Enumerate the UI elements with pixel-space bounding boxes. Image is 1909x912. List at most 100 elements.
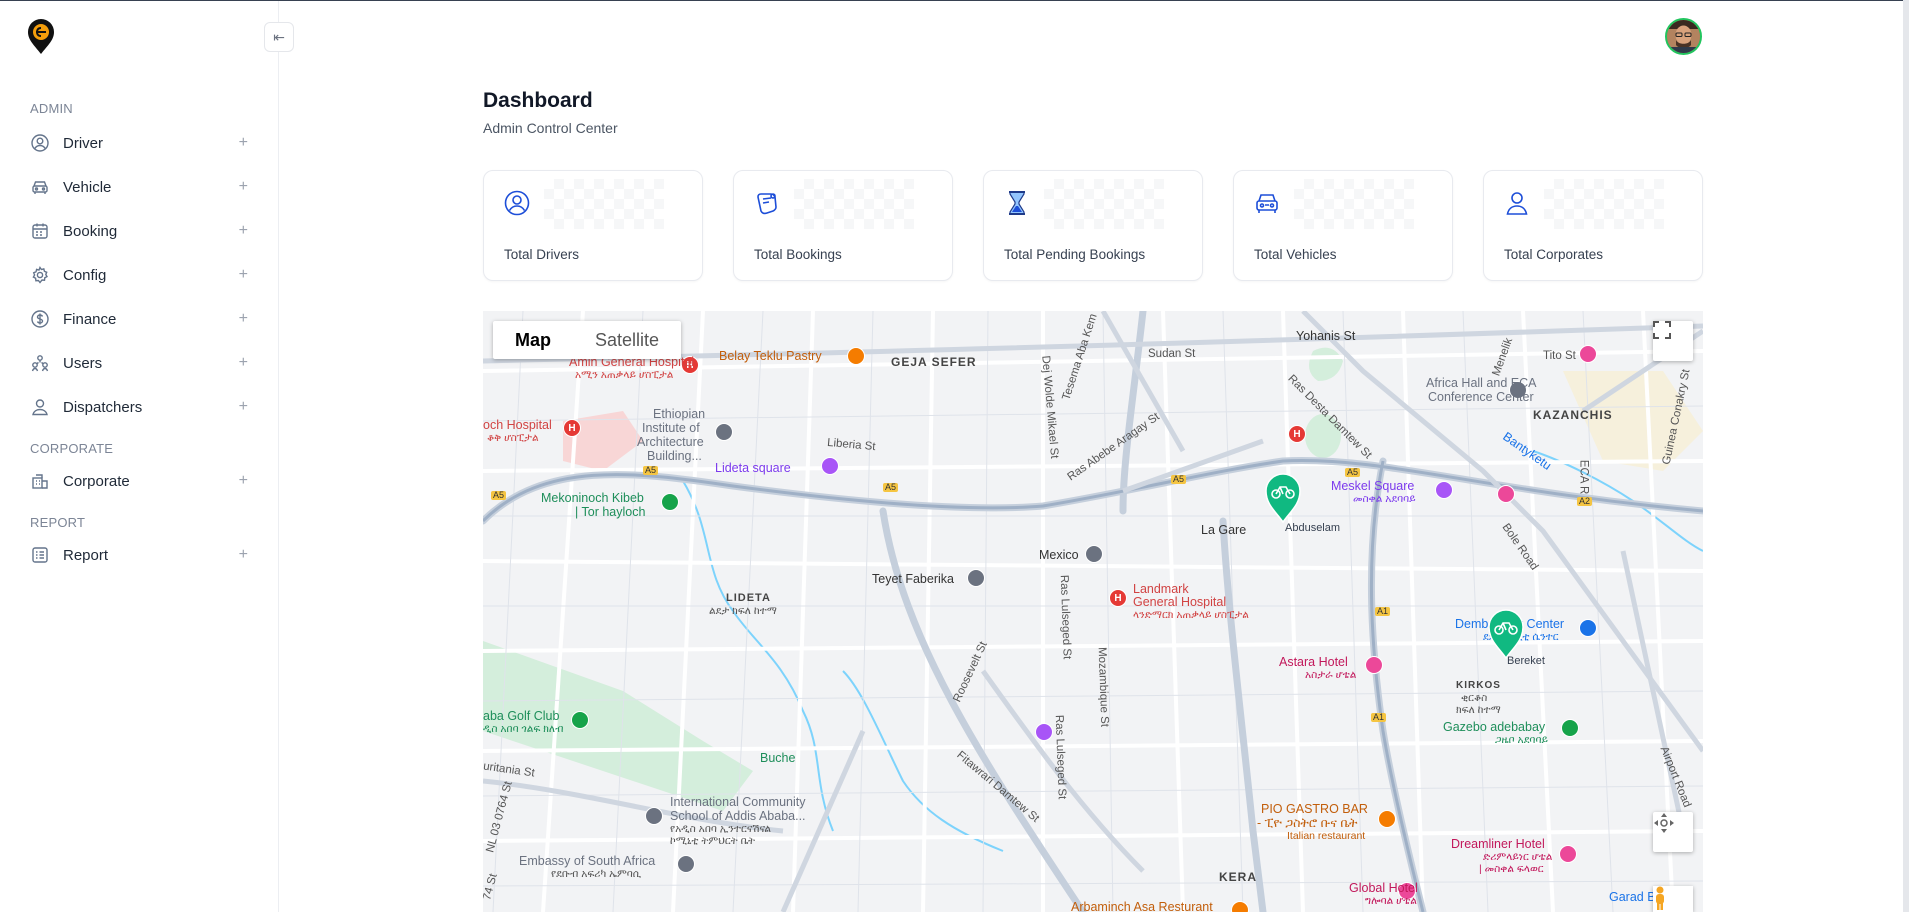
restaurant-pin-icon[interactable] [1378, 810, 1396, 828]
sidebar-collapse-button[interactable]: ⇤ [264, 22, 294, 52]
map-label: PIO GASTRO BAR [1261, 802, 1368, 816]
shopping-pin-icon[interactable] [1579, 619, 1597, 637]
map-label: Garad B [1609, 890, 1656, 904]
map-label: Mekoninoch Kibeb [541, 491, 644, 505]
expand-icon[interactable]: + [239, 354, 248, 372]
school-pin-icon[interactable] [645, 807, 663, 825]
expand-icon[interactable]: + [239, 546, 248, 564]
section-corporate: CORPORATE [30, 441, 114, 456]
map-label: | መስቀል ፍላወር [1479, 863, 1544, 875]
map-label: አስታራ ሆቴል [1305, 669, 1357, 681]
fullscreen-button[interactable] [1653, 321, 1693, 361]
expand-icon[interactable]: + [239, 398, 248, 416]
sidebar-item-config[interactable]: Config + [22, 258, 254, 292]
map-label: Building... [647, 449, 702, 463]
map-type-toggle[interactable]: Map Satellite [493, 321, 682, 359]
section-admin: ADMIN [30, 101, 73, 116]
card-total-bookings[interactable]: Total Bookings [733, 170, 953, 281]
hospital-pin-icon[interactable]: H [1288, 425, 1306, 443]
tab-satellite[interactable]: Satellite [573, 321, 681, 359]
map-label: Institute of [642, 421, 700, 435]
landmark-pin-icon[interactable] [1035, 723, 1053, 741]
expand-icon[interactable]: + [239, 222, 248, 240]
page-title: Dashboard [483, 89, 593, 112]
hospital-pin-icon[interactable]: H [563, 419, 581, 437]
map-label: መስቀል አደባባይ [1353, 493, 1416, 505]
map[interactable]: Map Satellite H H H H Abduselam Bereket … [483, 311, 1703, 912]
highway-shield: A5 [1345, 467, 1361, 478]
expand-icon[interactable]: + [239, 134, 248, 152]
place-pin-icon[interactable] [1085, 545, 1103, 563]
map-label: General Hospital [1133, 595, 1227, 609]
map-label: Yohanis St [1296, 329, 1356, 343]
map-label: ድሪምላይነር ሆቴል [1483, 851, 1553, 863]
landmark-pin-icon[interactable] [821, 457, 839, 475]
card-total-drivers[interactable]: Total Drivers [483, 170, 703, 281]
landmark-pin-icon[interactable] [1435, 481, 1453, 499]
hotel-pin-icon[interactable] [1365, 656, 1383, 674]
report-icon [29, 544, 51, 566]
expand-icon[interactable]: + [239, 266, 248, 284]
school-pin-icon[interactable] [715, 423, 733, 441]
hotel-pin-icon[interactable] [1497, 485, 1515, 503]
map-label: Tito St [1543, 350, 1576, 362]
hotel-pin-icon[interactable] [1579, 345, 1597, 363]
camera-control-button[interactable] [1653, 812, 1693, 852]
map-label: Embassy of South Africa [519, 854, 656, 868]
map-label: - ፒዮ ጋስትሮ ቡና ቤት [1257, 816, 1358, 830]
park-pin-icon[interactable] [661, 493, 679, 511]
street-view-pegman[interactable] [1653, 886, 1693, 912]
sidebar-item-report[interactable]: Report + [22, 538, 254, 572]
vehicle-marker[interactable] [1486, 607, 1526, 659]
person-icon [1503, 189, 1531, 217]
sidebar-item-corporate[interactable]: Corporate + [22, 464, 254, 498]
restaurant-pin-icon[interactable] [1231, 901, 1249, 912]
avatar[interactable] [1665, 18, 1702, 55]
building-icon [29, 470, 51, 492]
sidebar-item-dispatchers[interactable]: Dispatchers + [22, 390, 254, 424]
marker-label: Bereket [1507, 655, 1545, 667]
page-scrollbar[interactable] [1903, 0, 1909, 912]
sidebar-item-booking[interactable]: Booking + [22, 214, 254, 248]
map-label: Africa Hall and ECA [1426, 376, 1537, 390]
calendar-icon [29, 220, 51, 242]
car-front-icon [1253, 189, 1281, 217]
map-label: ዲስ አበባ ጎልፍ ክለብ [483, 723, 564, 735]
card-label: Total Bookings [754, 247, 842, 262]
sidebar-item-users[interactable]: Users + [22, 346, 254, 380]
map-label: የአዲስ አበባ ኢንተርናሽናል [670, 823, 771, 835]
hotel-pin-icon[interactable] [1559, 845, 1577, 863]
map-label: ጋዜቦ አደባባይ [1495, 734, 1548, 746]
card-total-corporates[interactable]: Total Corporates [1483, 170, 1703, 281]
app-logo[interactable] [26, 19, 56, 55]
sidebar-item-label: Users [63, 354, 103, 372]
tab-map[interactable]: Map [493, 321, 573, 359]
expand-icon[interactable]: + [239, 472, 248, 490]
card-total-pending-bookings[interactable]: Total Pending Bookings [983, 170, 1203, 281]
map-label: ክፍለ ከተማ [1456, 704, 1501, 716]
card-total-vehicles[interactable]: Total Vehicles [1233, 170, 1453, 281]
restaurant-pin-icon[interactable] [847, 347, 865, 365]
hospital-pin-icon[interactable]: H [1109, 589, 1127, 607]
booking-icon [753, 189, 781, 217]
sidebar-item-vehicle[interactable]: Vehicle + [22, 170, 254, 204]
map-label: ላንድማርክ አጠቃላይ ሆስፒታል [1133, 609, 1249, 621]
map-label: Astara Hotel [1279, 655, 1348, 669]
card-value-placeholder [1044, 179, 1164, 229]
place-pin-icon[interactable] [967, 569, 985, 587]
vehicle-marker[interactable] [1263, 471, 1303, 523]
map-label: ልደታ ክፍለ ከተማ [709, 605, 777, 617]
expand-icon[interactable]: + [239, 310, 248, 328]
move-arrows-icon [1654, 813, 1674, 833]
user-circle-icon [29, 132, 51, 154]
sidebar-item-finance[interactable]: Finance + [22, 302, 254, 336]
embassy-pin-icon[interactable] [677, 855, 695, 873]
sidebar-item-driver[interactable]: Driver + [22, 126, 254, 160]
card-value-placeholder [544, 179, 664, 229]
card-label: Total Vehicles [1254, 247, 1337, 262]
golf-pin-icon[interactable] [571, 711, 589, 729]
map-label: Architecture [637, 435, 704, 449]
park-pin-icon[interactable] [1561, 719, 1579, 737]
map-label: KAZANCHIS [1533, 408, 1613, 422]
expand-icon[interactable]: + [239, 178, 248, 196]
